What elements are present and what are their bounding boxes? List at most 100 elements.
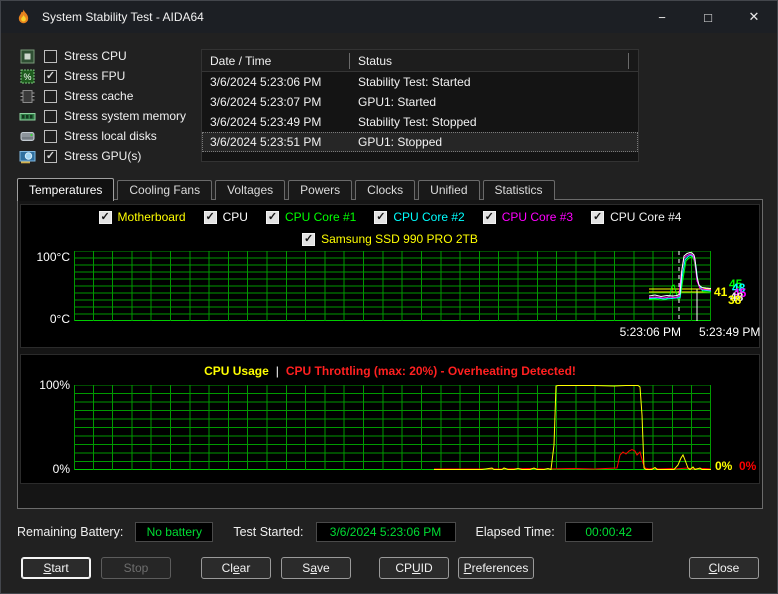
- log-row[interactable]: 3/6/2024 5:23:51 PMGPU1: Stopped: [202, 132, 638, 152]
- stress-option-stress-gpu-s: ✓ Stress GPU(s): [19, 146, 186, 166]
- cpu-core-2-series-checkbox[interactable]: ✓: [374, 211, 387, 224]
- memory-icon: [19, 108, 36, 125]
- stress-cpu-checkbox[interactable]: ✓: [44, 50, 57, 63]
- temperature-legend-row-1: ✓ Motherboard ✓ CPU ✓ CPU Core #1 ✓ CPU Core #2…: [21, 210, 759, 224]
- log-time-cell: 3/6/2024 5:23:51 PM: [202, 135, 350, 149]
- motherboard-series-checkbox[interactable]: ✓: [99, 211, 112, 224]
- fpu-icon: %: [19, 68, 36, 85]
- legend-item-cpu: ✓ CPU: [204, 210, 248, 224]
- log-row[interactable]: 3/6/2024 5:23:49 PMStability Test: Stopp…: [202, 112, 638, 132]
- event-log-table: Date / Time Status 3/6/2024 5:23:06 PMSt…: [201, 49, 639, 162]
- legend-item-cpu-core-1: ✓ CPU Core #1: [266, 210, 356, 224]
- legend-label: Motherboard: [118, 210, 186, 224]
- column-header-date-time[interactable]: Date / Time: [202, 53, 350, 69]
- legend-item-cpu-core-4: ✓ CPU Core #4: [591, 210, 681, 224]
- remaining-battery-label: Remaining Battery:: [17, 525, 123, 539]
- stress-fpu-checkbox[interactable]: ✓: [44, 70, 57, 83]
- usage-axis-min-label: 0%: [26, 462, 70, 476]
- stress-local-disks-checkbox[interactable]: ✓: [44, 130, 57, 143]
- test-started-label: Test Started:: [233, 525, 303, 539]
- cpu-usage-plot-area: [74, 385, 711, 475]
- cpu-core-1-series-checkbox[interactable]: ✓: [266, 211, 279, 224]
- series-cpu-throttling: [434, 450, 711, 470]
- tab-unified[interactable]: Unified: [418, 180, 479, 200]
- system-stability-test-window: System Stability Test - AIDA64 − □ ✕ ✓St…: [0, 0, 778, 594]
- stress-options-list: ✓Stress CPU%✓Stress FPU✓Stress cache✓Str…: [19, 46, 186, 166]
- event-log-body: 3/6/2024 5:23:06 PMStability Test: Start…: [202, 72, 638, 161]
- temperatures-tab-page: ✓ Motherboard ✓ CPU ✓ CPU Core #1 ✓ CPU Core #2…: [17, 199, 763, 509]
- temperature-legend-row-2: ✓Samsung SSD 990 PRO 2TB: [21, 232, 759, 246]
- log-row[interactable]: 3/6/2024 5:23:07 PMGPU1: Started: [202, 92, 638, 112]
- temp-axis-max-label: 100°C: [26, 250, 70, 264]
- log-status-cell: Stability Test: Stopped: [350, 115, 638, 129]
- remaining-battery-value: No battery: [135, 522, 213, 542]
- elapsed-time-label: Elapsed Time:: [476, 525, 555, 539]
- cpu-usage-chart-panel: CPU Usage | CPU Throttling (max: 20%) - …: [20, 354, 760, 484]
- tab-strip: TemperaturesCooling FansVoltagesPowersCl…: [17, 178, 558, 200]
- tab-cooling-fans[interactable]: Cooling Fans: [117, 180, 212, 200]
- status-bar: Remaining Battery: No battery Test Start…: [17, 521, 763, 543]
- tab-clocks[interactable]: Clocks: [355, 180, 415, 200]
- tab-powers[interactable]: Powers: [288, 180, 352, 200]
- elapsed-time-value: 00:00:42: [565, 522, 653, 542]
- legend-item-samsung-ssd-990-pro-2tb: ✓Samsung SSD 990 PRO 2TB: [302, 232, 478, 246]
- close-icon: ✕: [749, 9, 760, 25]
- temperature-chart-panel: ✓ Motherboard ✓ CPU ✓ CPU Core #1 ✓ CPU Core #2…: [20, 204, 760, 348]
- cpu-usage-plot: [74, 385, 711, 470]
- stress-option-stress-cpu: ✓ Stress CPU: [19, 46, 186, 66]
- preferences-button[interactable]: Preferences: [458, 557, 534, 579]
- gpu-icon: [19, 148, 36, 165]
- stress-cache-checkbox[interactable]: ✓: [44, 90, 57, 103]
- stress-option-label: Stress FPU: [64, 69, 125, 83]
- close-window-button[interactable]: ✕: [731, 1, 777, 33]
- aida64-flame-icon: [15, 9, 32, 26]
- stress-gpu-s-checkbox[interactable]: ✓: [44, 150, 57, 163]
- usage-current-value-label: 0%: [739, 459, 756, 473]
- temperature-plot-area: [74, 251, 711, 326]
- event-log-header: Date / Time Status: [202, 50, 638, 72]
- tab-temperatures[interactable]: Temperatures: [17, 178, 114, 201]
- cache-icon: [19, 88, 36, 105]
- legend-label: CPU Core #3: [502, 210, 573, 224]
- log-status-cell: Stability Test: Started: [350, 75, 638, 89]
- log-scrollbar[interactable]: [629, 50, 638, 71]
- stress-option-label: Stress GPU(s): [64, 149, 141, 163]
- samsung-ssd-990-pro-2tb-series-checkbox[interactable]: ✓: [302, 233, 315, 246]
- legend-item-motherboard: ✓ Motherboard: [99, 210, 186, 224]
- cpu-usage-label: CPU Usage: [204, 364, 269, 378]
- maximize-button[interactable]: □: [685, 1, 731, 33]
- column-header-status[interactable]: Status: [350, 53, 629, 69]
- clear-button[interactable]: Clear: [201, 557, 271, 579]
- stop-button[interactable]: Stop: [101, 557, 171, 579]
- log-row[interactable]: 3/6/2024 5:23:06 PMStability Test: Start…: [202, 72, 638, 92]
- cpu-core-3-series-checkbox[interactable]: ✓: [483, 211, 496, 224]
- tab-voltages[interactable]: Voltages: [215, 180, 285, 200]
- series-value-label: 38: [728, 293, 741, 307]
- svg-text:%: %: [23, 72, 31, 82]
- legend-item-cpu-core-3: ✓ CPU Core #3: [483, 210, 573, 224]
- close-button[interactable]: Close: [689, 557, 759, 579]
- stress-option-label: Stress CPU: [64, 49, 127, 63]
- test-started-value: 3/6/2024 5:23:06 PM: [316, 522, 456, 542]
- save-button[interactable]: Save: [281, 557, 351, 579]
- stress-option-label: Stress system memory: [64, 109, 186, 123]
- cpu-series-checkbox[interactable]: ✓: [204, 211, 217, 224]
- temperature-plot: [74, 251, 711, 321]
- log-time-cell: 3/6/2024 5:23:06 PM: [202, 75, 350, 89]
- legend-label: CPU Core #2: [393, 210, 464, 224]
- cpuid-button[interactable]: CPUID: [379, 557, 449, 579]
- tab-statistics[interactable]: Statistics: [483, 180, 555, 200]
- window-title: System Stability Test - AIDA64: [42, 10, 204, 24]
- series-value-label: 41: [714, 285, 727, 299]
- minimize-button[interactable]: −: [639, 1, 685, 33]
- cpu-throttling-warning-label: CPU Throttling (max: 20%) - Overheating …: [286, 364, 576, 378]
- legend-label: CPU: [223, 210, 248, 224]
- cpu-core-4-series-checkbox[interactable]: ✓: [591, 211, 604, 224]
- legend-label: CPU Core #4: [610, 210, 681, 224]
- legend-item-cpu-core-2: ✓ CPU Core #2: [374, 210, 464, 224]
- legend-label: CPU Core #1: [285, 210, 356, 224]
- stress-option-stress-local-disks: ✓Stress local disks: [19, 126, 186, 146]
- titlebar: System Stability Test - AIDA64 − □ ✕: [1, 1, 777, 33]
- start-button[interactable]: Start: [21, 557, 91, 579]
- stress-system-memory-checkbox[interactable]: ✓: [44, 110, 57, 123]
